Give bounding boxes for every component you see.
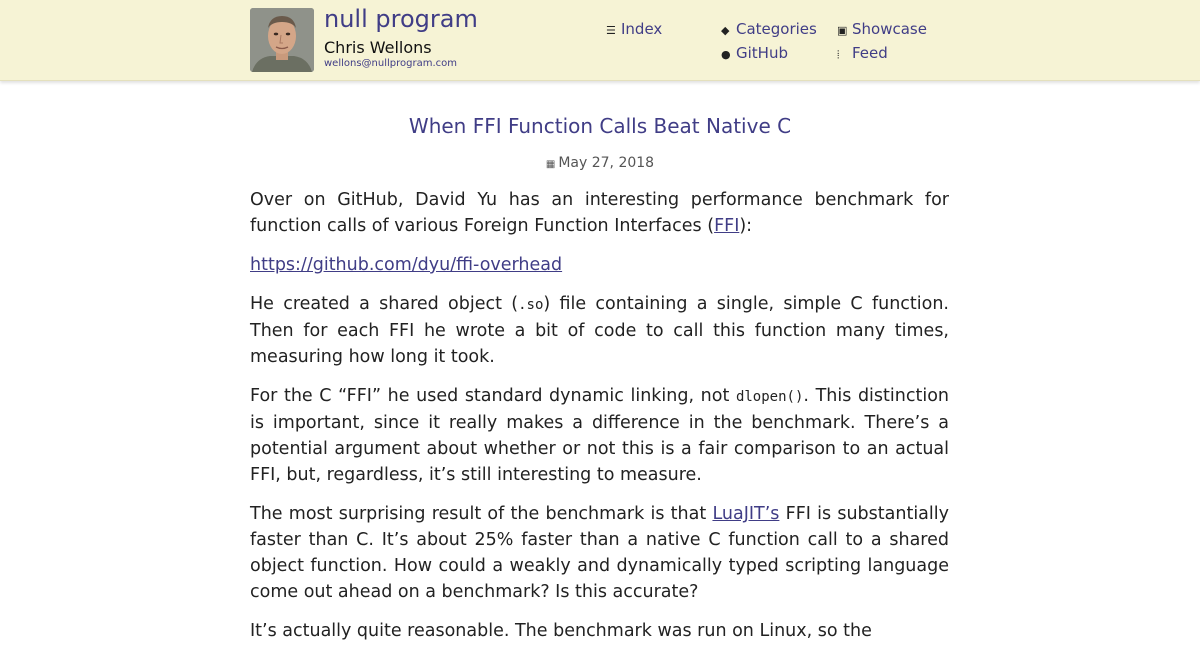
- rss-icon: ⦙: [837, 48, 840, 61]
- site-title[interactable]: null program: [324, 5, 478, 33]
- nav-index[interactable]: ☰ Index: [606, 20, 662, 38]
- author-email[interactable]: wellons@nullprogram.com: [324, 58, 457, 69]
- paragraph-4: For the C “FFI” he used standard dynamic…: [250, 386, 949, 485]
- post-date: ▦ May 27, 2018: [250, 155, 950, 171]
- post-date-text: May 27, 2018: [558, 155, 655, 171]
- nav-index-label: Index: [621, 20, 663, 38]
- badge-icon: ▣: [837, 24, 848, 37]
- calendar-icon: ▦: [545, 159, 556, 170]
- nav-categories[interactable]: ◆ Categories: [721, 20, 817, 38]
- author-name: Chris Wellons: [324, 38, 432, 57]
- luajit-link[interactable]: LuaJIT’s: [712, 504, 779, 524]
- nav-showcase-label: Showcase: [852, 20, 927, 38]
- paragraph-2: https://github.com/dyu/ffi-overhead: [250, 252, 949, 278]
- ffi-link[interactable]: FFI: [714, 216, 739, 236]
- nav-showcase[interactable]: ▣ Showcase: [837, 20, 927, 38]
- inline-code-dlopen: dlopen(): [735, 389, 804, 405]
- author-photo: [250, 8, 314, 72]
- paragraph-1: Over on GitHub, David Yu has an interest…: [250, 190, 949, 236]
- post-title[interactable]: When FFI Function Calls Beat Native C: [250, 114, 950, 138]
- paragraph-6: It’s actually quite reasonable. The benc…: [250, 621, 872, 641]
- github-icon: ●: [721, 48, 731, 61]
- nav-github[interactable]: ● GitHub: [721, 44, 788, 62]
- site-header: null program Chris Wellons wellons@nullp…: [0, 0, 1200, 81]
- post-content: Over on GitHub, David Yu has an interest…: [250, 187, 949, 657]
- nav-feed[interactable]: ⦙ Feed: [837, 44, 888, 62]
- paragraph-5: The most surprising result of the benchm…: [250, 504, 949, 602]
- repo-link[interactable]: https://github.com/dyu/ffi-overhead: [250, 255, 562, 275]
- avatar[interactable]: [250, 8, 314, 72]
- inline-code-so: .so: [518, 297, 544, 313]
- tag-icon: ◆: [721, 24, 730, 37]
- nav-feed-label: Feed: [852, 44, 888, 62]
- paragraph-3: He created a shared object (.so) file co…: [250, 294, 949, 367]
- nav-github-label: GitHub: [736, 44, 788, 62]
- nav-categories-label: Categories: [736, 20, 817, 38]
- list-icon: ☰: [606, 24, 616, 37]
